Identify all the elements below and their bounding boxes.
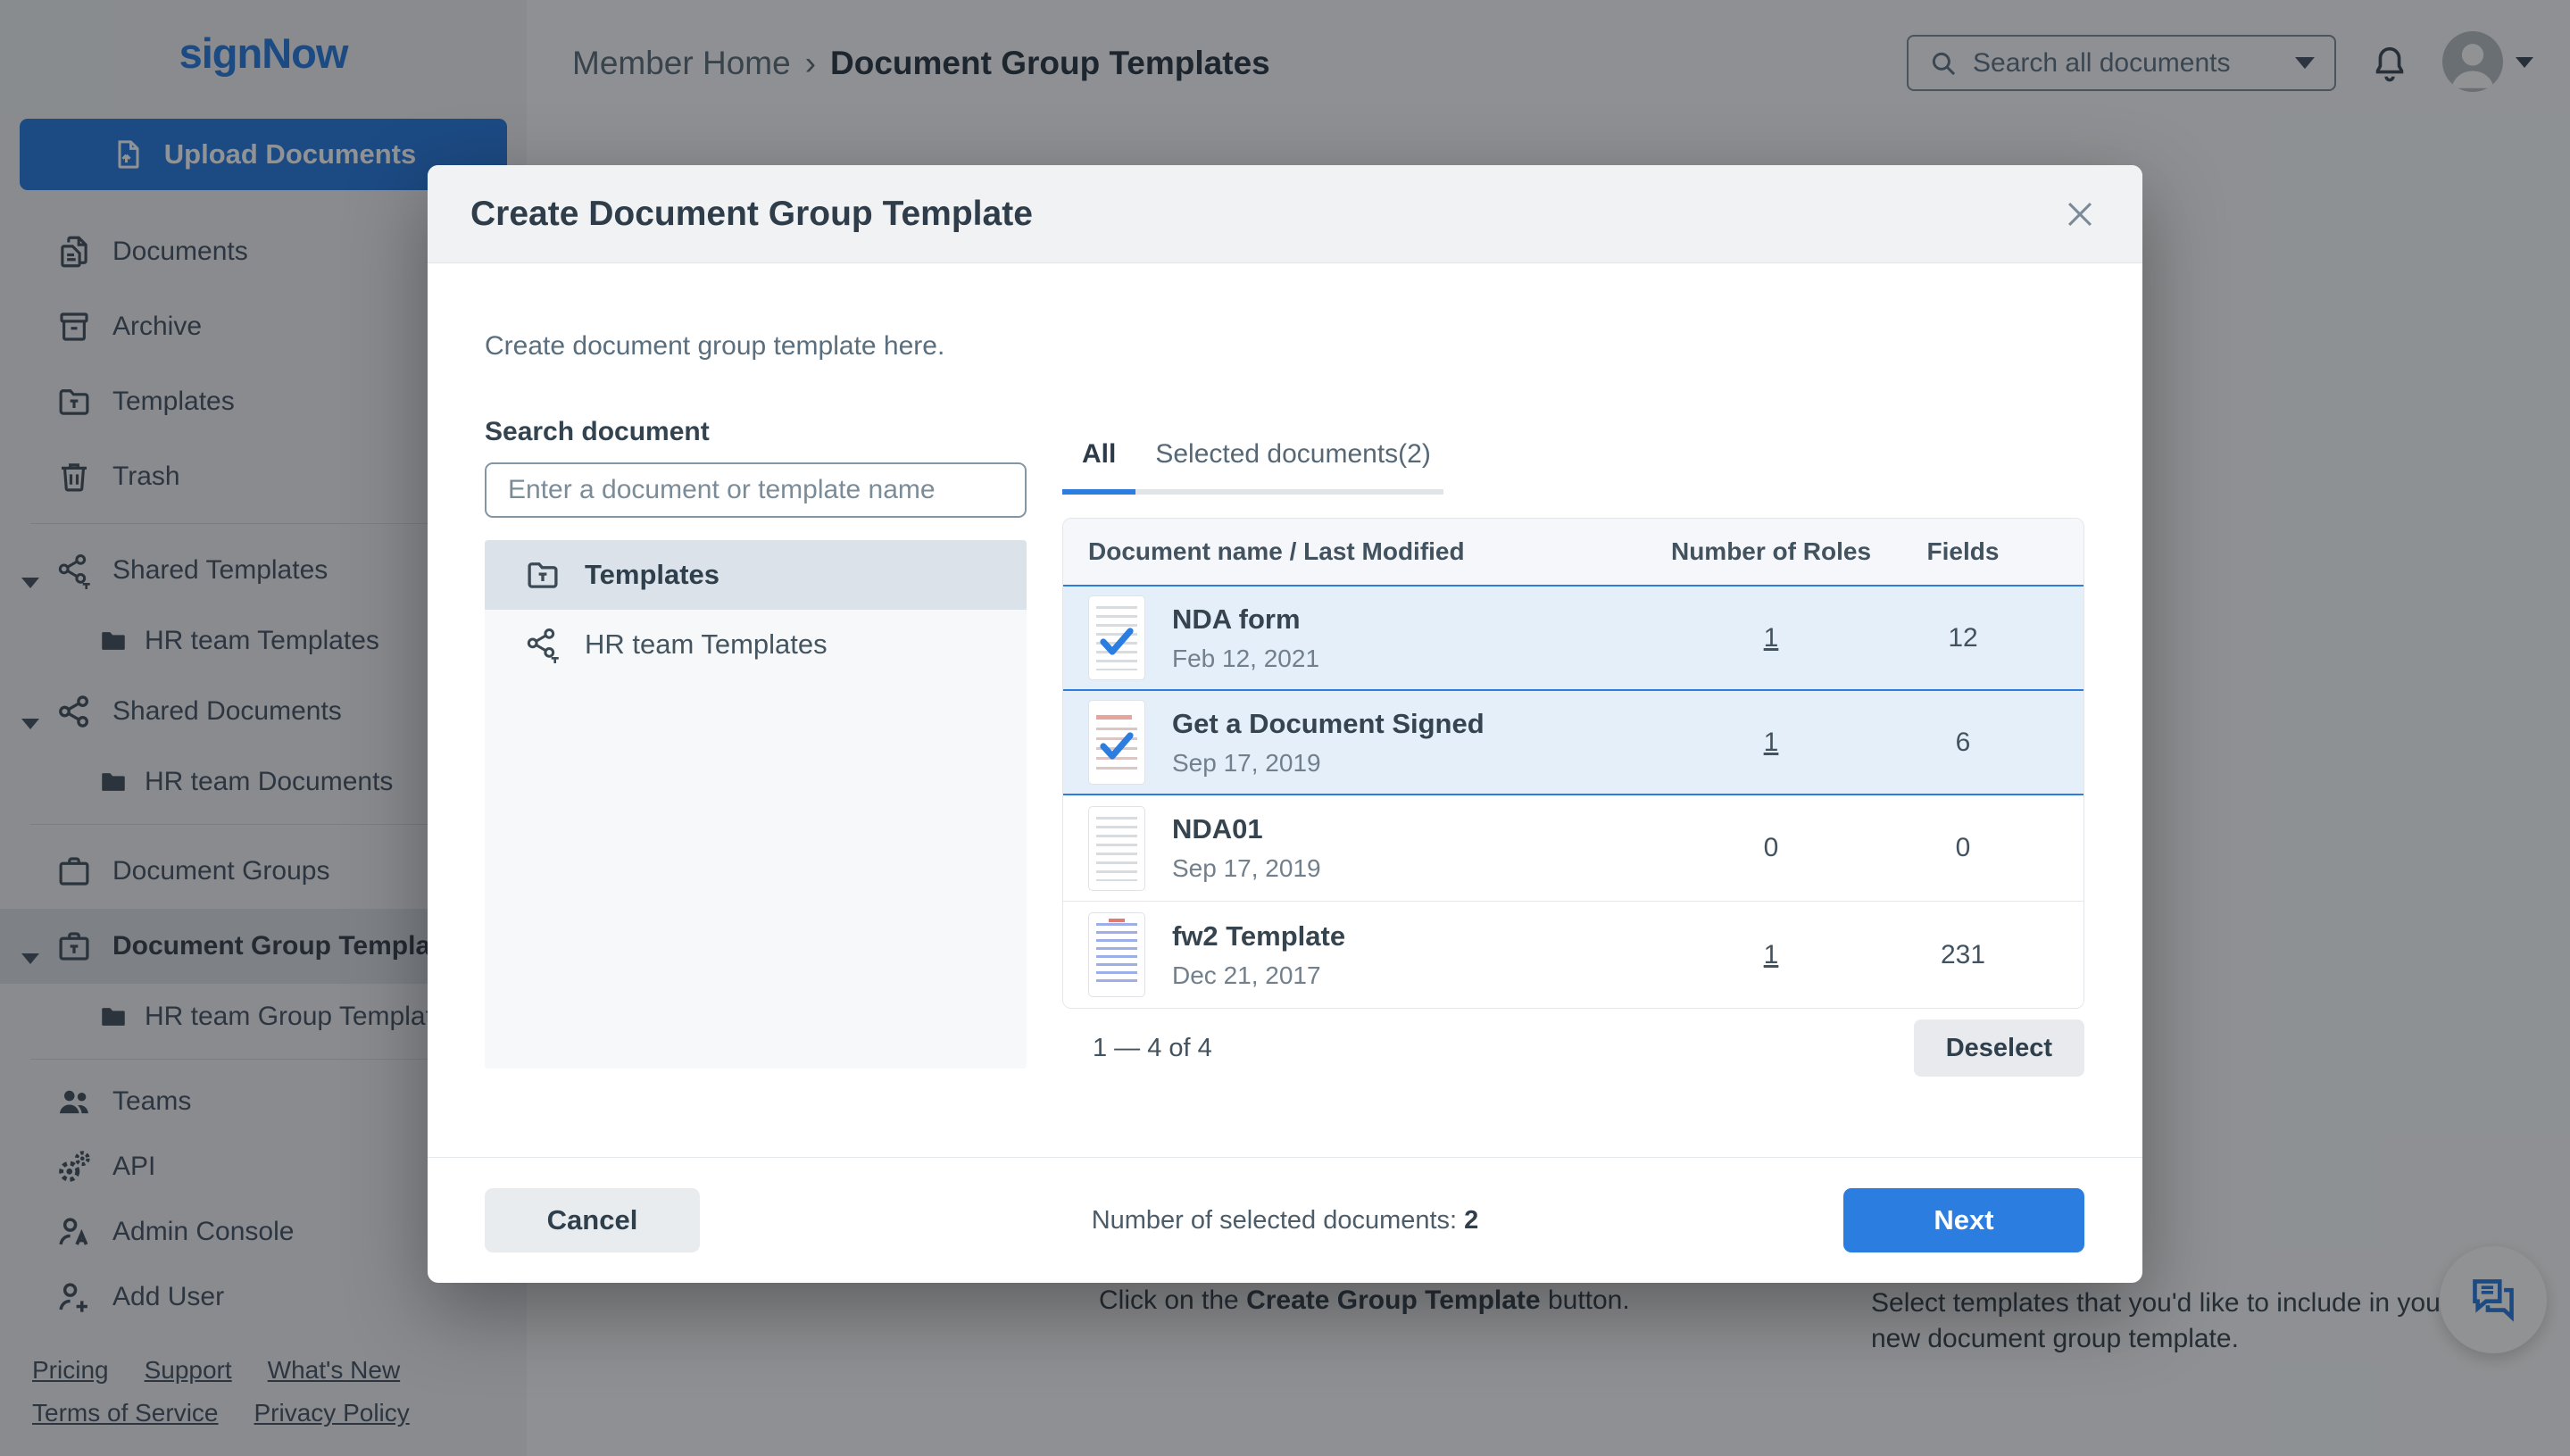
tab-selected-documents[interactable]: Selected documents(2) xyxy=(1135,439,1451,495)
modal-title: Create Document Group Template xyxy=(470,195,1033,234)
roles-count-link[interactable]: 1 xyxy=(1764,623,1779,653)
document-date: Sep 17, 2019 xyxy=(1172,749,1485,778)
document-date: Feb 12, 2021 xyxy=(1172,645,1319,673)
roles-count-link[interactable]: 1 xyxy=(1764,728,1779,757)
fields-count: 12 xyxy=(1878,623,2048,653)
fields-count: 6 xyxy=(1878,728,2048,758)
table-row[interactable]: Get a Document Signed Sep 17, 2019 1 6 xyxy=(1063,689,2083,795)
document-tabs: All Selected documents(2) xyxy=(1062,439,1443,495)
next-button[interactable]: Next xyxy=(1843,1188,2084,1252)
selected-check-icon xyxy=(1095,724,1138,767)
column-header-fields: Fields xyxy=(1878,537,2048,566)
folder-item-hr-team-templates[interactable]: HR team Templates xyxy=(485,610,1027,679)
modal-intro-text: Create document group template here. xyxy=(485,331,2084,362)
pagination-info: 1 — 4 of 4 xyxy=(1093,1034,1212,1063)
table-row[interactable]: fw2 Template Dec 21, 2017 1 231 xyxy=(1063,902,2083,1008)
document-thumbnail xyxy=(1088,912,1145,997)
templates-folder-icon xyxy=(524,556,561,594)
create-document-group-template-modal: Create Document Group Template Create do… xyxy=(428,165,2142,1283)
search-document-label: Search document xyxy=(485,417,1027,447)
roles-count: 0 xyxy=(1664,833,1878,863)
document-date: Dec 21, 2017 xyxy=(1172,961,1345,990)
documents-table: Document name / Last Modified Number of … xyxy=(1062,518,2084,1009)
table-footer: 1 — 4 of 4 Deselect xyxy=(1062,1019,2084,1077)
document-thumbnail xyxy=(1088,806,1145,891)
document-thumbnail xyxy=(1088,595,1145,680)
selected-documents-count: Number of selected documents: 2 xyxy=(1092,1206,1479,1236)
shared-templates-icon xyxy=(524,626,561,663)
document-source-panel: Search document Templates HR team Templa… xyxy=(485,417,1027,1077)
fields-count: 0 xyxy=(1878,833,2048,863)
app-root: signNow Upload Documents Documents Archi… xyxy=(0,0,2570,1456)
document-date: Sep 17, 2019 xyxy=(1172,854,1321,883)
column-header-roles: Number of Roles xyxy=(1664,537,1878,566)
folder-list: Templates HR team Templates xyxy=(485,540,1027,1069)
modal-footer: Cancel Number of selected documents: 2 N… xyxy=(428,1157,2142,1283)
modal-body: Create document group template here. Sea… xyxy=(428,331,2142,1077)
table-header: Document name / Last Modified Number of … xyxy=(1063,519,2083,585)
folder-item-templates[interactable]: Templates xyxy=(485,540,1027,610)
document-name: NDA01 xyxy=(1172,813,1263,844)
document-name: fw2 Template xyxy=(1172,920,1345,952)
table-row[interactable]: NDA form Feb 12, 2021 1 12 xyxy=(1063,585,2083,691)
roles-count-link[interactable]: 1 xyxy=(1764,940,1779,969)
table-row[interactable]: NDA01 Sep 17, 2019 0 0 xyxy=(1063,795,2083,902)
document-name: NDA form xyxy=(1172,603,1301,635)
document-search-input[interactable] xyxy=(485,462,1027,518)
document-thumbnail xyxy=(1088,700,1145,785)
modal-header: Create Document Group Template xyxy=(428,165,2142,263)
document-name: Get a Document Signed xyxy=(1172,708,1485,739)
folder-item-label: HR team Templates xyxy=(585,628,828,661)
document-picker-panel: All Selected documents(2) Document name … xyxy=(1062,417,2084,1077)
tab-all[interactable]: All xyxy=(1062,439,1135,495)
selected-check-icon xyxy=(1095,620,1138,662)
column-header-name: Document name / Last Modified xyxy=(1088,537,1664,566)
close-icon[interactable] xyxy=(2060,195,2100,234)
fields-count: 231 xyxy=(1878,940,2048,970)
cancel-button[interactable]: Cancel xyxy=(485,1188,700,1252)
deselect-button[interactable]: Deselect xyxy=(1914,1019,2084,1077)
folder-item-label: Templates xyxy=(585,559,719,591)
